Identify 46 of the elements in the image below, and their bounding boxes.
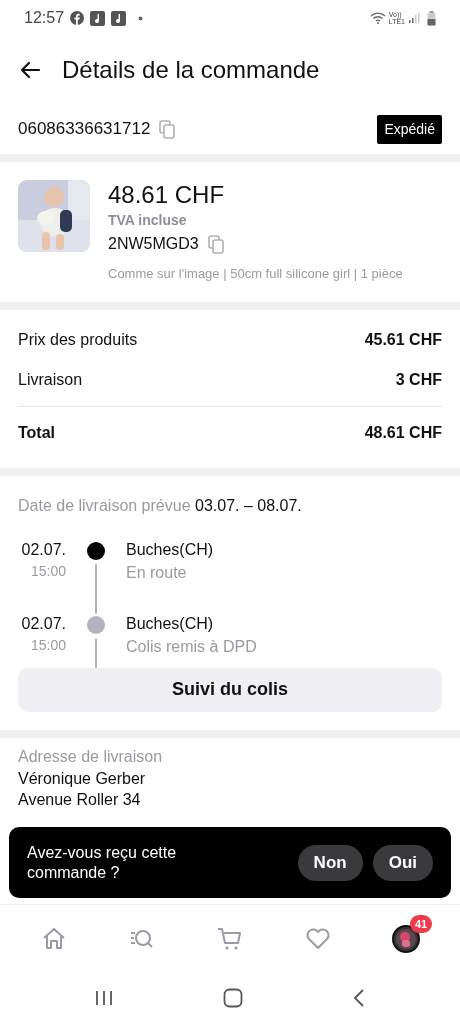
facebook-icon <box>70 11 85 25</box>
order-number: 06086336631712 <box>18 118 151 141</box>
total-value: 48.61 CHF <box>364 423 442 443</box>
event-place: Buches(CH) <box>126 613 215 634</box>
event-date: 02.07. <box>21 613 66 634</box>
address-line: Véronique Gerber <box>18 768 147 789</box>
cost-label: Livraison <box>18 369 83 390</box>
toast-button[interactable]: Non <box>297 844 363 881</box>
home-button-icon[interactable] <box>223 988 243 1008</box>
cost-value: 45.61 CHF <box>364 329 442 350</box>
cart-icon[interactable] <box>217 925 243 952</box>
wifi-icon <box>369 12 386 24</box>
product-price: 48.61 CHF <box>108 180 226 210</box>
delivery-estimate: Date de livraison prévue 03.07. – 08.07. <box>18 495 303 516</box>
recent-apps-icon[interactable] <box>95 990 113 1006</box>
event-date: 02.07. <box>21 539 66 560</box>
cost-label: Prix des produits <box>18 329 138 350</box>
dot-icon <box>138 15 144 21</box>
signal-icon <box>408 12 420 24</box>
event-place: Buches(CH) <box>126 539 214 560</box>
battery-icon <box>427 10 436 26</box>
toast-question: Avez-vous reçu cette commande ? <box>27 842 178 883</box>
status-time: 12:57 <box>24 8 65 28</box>
toast-button[interactable]: Oui <box>372 844 433 881</box>
address-line: Avenue Roller 34 <box>18 789 142 810</box>
notification-badge: 41 <box>410 914 433 933</box>
address-label: Adresse de livraison <box>18 746 164 767</box>
heart-icon[interactable] <box>305 925 331 952</box>
event-time: 15:00 <box>30 561 66 581</box>
product-code: 2NW5MGD3 <box>108 234 199 254</box>
tax-note: TVA incluse <box>108 211 188 230</box>
copy-icon[interactable] <box>206 234 225 254</box>
back-icon[interactable] <box>353 989 365 1007</box>
tracking-button[interactable]: Suivi du colis <box>18 667 442 712</box>
product-variant: Comme sur l'image | 50cm full silicone girl | 1 pièce <box>108 265 403 283</box>
event-status: Colis remis à DPD <box>126 636 257 657</box>
app-notification-icon <box>111 10 127 26</box>
total-label: Total <box>18 423 56 443</box>
app-notification-icon <box>90 10 106 26</box>
event-time: 15:00 <box>30 635 66 655</box>
event-status: En route <box>126 562 188 583</box>
copy-icon[interactable] <box>158 119 177 139</box>
page-title: Détails de la commande <box>62 55 320 85</box>
cost-value: 3 CHF <box>395 369 442 390</box>
home-icon[interactable] <box>41 925 67 952</box>
status-badge: Expédié <box>377 114 442 144</box>
